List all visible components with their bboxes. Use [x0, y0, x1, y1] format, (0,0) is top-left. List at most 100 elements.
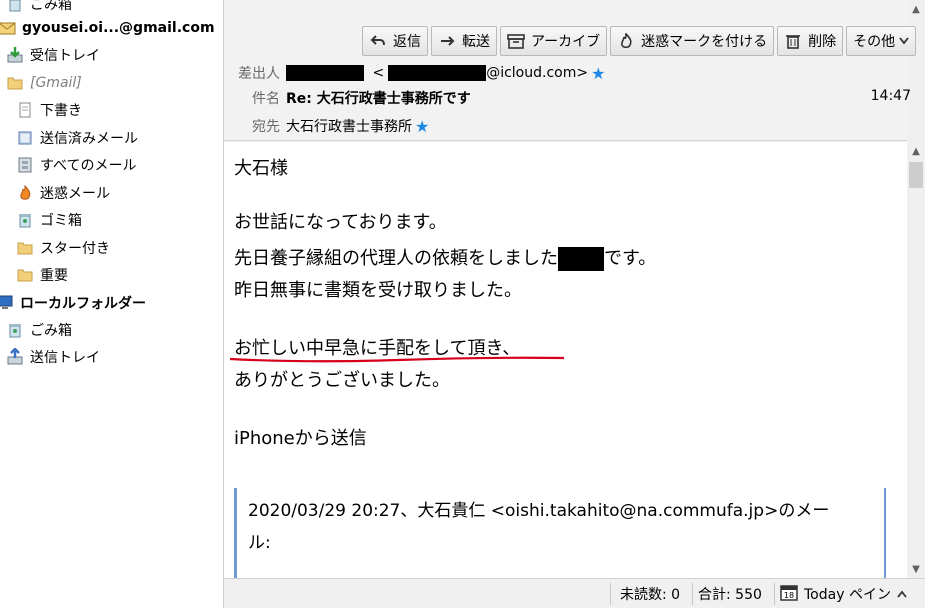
folder-label: 受信トレイ: [30, 48, 100, 64]
scroll-thumb[interactable]: [909, 162, 923, 188]
folder-label: ごみ箱: [30, 0, 72, 13]
from-value[interactable]: < @icloud.com>: [286, 65, 588, 81]
quote-line-2: ル:: [248, 533, 271, 553]
folder-starred[interactable]: スター付き: [16, 235, 223, 261]
body-line-2: 先日養子縁組の代理人の依頼をしました です。: [234, 244, 656, 271]
junk-icon: [16, 184, 34, 202]
mark-junk-label: 迷惑マークを付ける: [641, 34, 768, 50]
account-gmail[interactable]: gyousei.oi...@gmail.com: [0, 15, 222, 41]
archive-label: アーカイブ: [531, 34, 601, 50]
delete-button[interactable]: 削除: [777, 26, 844, 56]
more-button[interactable]: その他: [846, 26, 917, 56]
redacted-name: [286, 65, 364, 81]
sent-icon: [16, 129, 34, 147]
star-icon[interactable]: ★: [415, 117, 429, 136]
outbox-icon: [6, 348, 24, 366]
folder-outbox[interactable]: 送信トレイ: [6, 344, 223, 370]
redacted-email: [388, 65, 487, 81]
scroll-down-icon[interactable]: ▼: [907, 560, 925, 578]
redacted-sender-name: [558, 247, 604, 271]
folder-gmail-trash[interactable]: ゴミ箱: [16, 207, 223, 233]
unread-count: 未読数: 0: [620, 587, 681, 603]
reply-button[interactable]: 返信: [362, 26, 428, 56]
trash-icon: [6, 0, 24, 13]
delete-trash-icon: [784, 32, 802, 50]
chevron-up-icon: [897, 586, 907, 602]
chevron-down-icon: [899, 33, 909, 49]
message-body: 大石様 お世話になっております。 先日養子縁組の代理人の依頼をしました です。 昨…: [224, 142, 925, 578]
status-divider: [610, 583, 611, 605]
folder-label: [Gmail]: [30, 75, 82, 91]
star-icon[interactable]: ★: [591, 64, 605, 83]
calendar-icon: 18: [780, 583, 798, 605]
status-divider: [692, 583, 693, 605]
trash-icon: [6, 321, 24, 339]
account-local-folders[interactable]: ローカルフォルダー: [0, 290, 220, 316]
body-scrollbar[interactable]: ▲ ▼: [907, 142, 925, 578]
body-line-3: 昨日無事に書類を受け取りました。: [234, 280, 522, 301]
quoted-message: 2020/03/29 20:27、大石貴仁 <oishi.takahito@na…: [234, 488, 886, 578]
subject-label: 件名: [252, 91, 280, 107]
from-bracket: <: [372, 65, 385, 81]
body-greeting: 大石様: [234, 158, 288, 179]
today-pane-toggle[interactable]: 18 Today ペイン: [780, 579, 907, 608]
folder-label: ゴミ箱: [40, 213, 82, 229]
more-label: その他: [853, 34, 896, 50]
folder-all-mail[interactable]: すべてのメール: [16, 152, 223, 178]
svg-text:18: 18: [784, 591, 794, 600]
mark-junk-button[interactable]: 迷惑マークを付ける: [610, 26, 775, 56]
folder-label: 送信トレイ: [30, 350, 100, 366]
folder-icon: [6, 74, 24, 92]
reply-label: 返信: [393, 34, 421, 50]
folder-local-trash[interactable]: ごみ箱: [6, 317, 223, 343]
drafts-icon: [16, 101, 34, 119]
to-value[interactable]: 大石行政書士事務所: [286, 116, 412, 136]
header-scrollbar[interactable]: ▲: [907, 0, 925, 141]
forward-label: 転送: [462, 34, 490, 50]
today-pane-label: Today ペイン: [804, 587, 891, 603]
folder-junk[interactable]: 迷惑メール: [16, 180, 223, 206]
trash-icon: [16, 211, 34, 229]
to-label: 宛先: [252, 119, 280, 135]
message-header: ▲ 返信 転送 アーカイブ 迷惑マークを付ける 削除 その他 差出人 < @ic…: [224, 0, 925, 141]
body-line-1: お世話になっております。: [234, 212, 447, 233]
folder-gmail[interactable]: [Gmail]: [6, 70, 223, 96]
scroll-up-icon[interactable]: ▲: [907, 0, 925, 18]
mail-account-icon: [0, 19, 16, 37]
folder-inbox[interactable]: 受信トレイ: [6, 42, 223, 68]
folder-label: 送信済みメール: [40, 131, 138, 147]
from-row: 差出人 < @icloud.com> ★: [224, 62, 605, 84]
archive-button[interactable]: アーカイブ: [500, 26, 608, 56]
status-divider: [774, 583, 775, 605]
folder-label: すべてのメール: [40, 158, 137, 174]
folder-icon: [16, 266, 34, 284]
red-underline-annotation: [229, 356, 565, 363]
folder-pane: ごみ箱 gyousei.oi...@gmail.com 受信トレイ [Gmail…: [0, 0, 224, 608]
message-toolbar: 返信 転送 アーカイブ 迷惑マークを付ける 削除 その他: [362, 26, 917, 56]
message-pane: ▲ 返信 転送 アーカイブ 迷惑マークを付ける 削除 その他 差出人 < @ic…: [224, 0, 925, 608]
folder-label: 迷惑メール: [40, 186, 110, 202]
folder-label: ローカルフォルダー: [20, 296, 146, 312]
body-line-2-b: です。: [604, 248, 657, 269]
folder-label: gyousei.oi...@gmail.com: [22, 20, 215, 36]
subject-row: 件名 Re: 大石行政書士事務所です: [224, 87, 471, 109]
forward-icon: [438, 32, 456, 50]
folder-label: 下書き: [40, 103, 82, 119]
folder-label: スター付き: [40, 241, 110, 257]
from-label: 差出人: [238, 66, 280, 82]
folder-important[interactable]: 重要: [16, 262, 223, 288]
from-email-suffix: @icloud.com>: [486, 65, 589, 81]
folder-drafts[interactable]: 下書き: [16, 97, 223, 123]
scroll-up-icon[interactable]: ▲: [907, 142, 925, 160]
folder-sent[interactable]: 送信済みメール: [16, 125, 223, 151]
quote-line-1: 2020/03/29 20:27、大石貴仁 <oishi.takahito@na…: [248, 501, 830, 521]
body-line-5: ありがとうございました。: [234, 370, 450, 391]
forward-button[interactable]: 転送: [431, 26, 497, 56]
junk-flame-icon: [617, 32, 635, 50]
reply-icon: [369, 32, 387, 50]
body-signature: iPhoneから送信: [234, 428, 367, 449]
status-bar: 未読数: 0 合計: 550 18 Today ペイン: [224, 578, 925, 608]
total-count: 合計: 550: [698, 587, 762, 603]
inbox-icon: [6, 46, 24, 64]
folder-label: 重要: [40, 268, 68, 284]
